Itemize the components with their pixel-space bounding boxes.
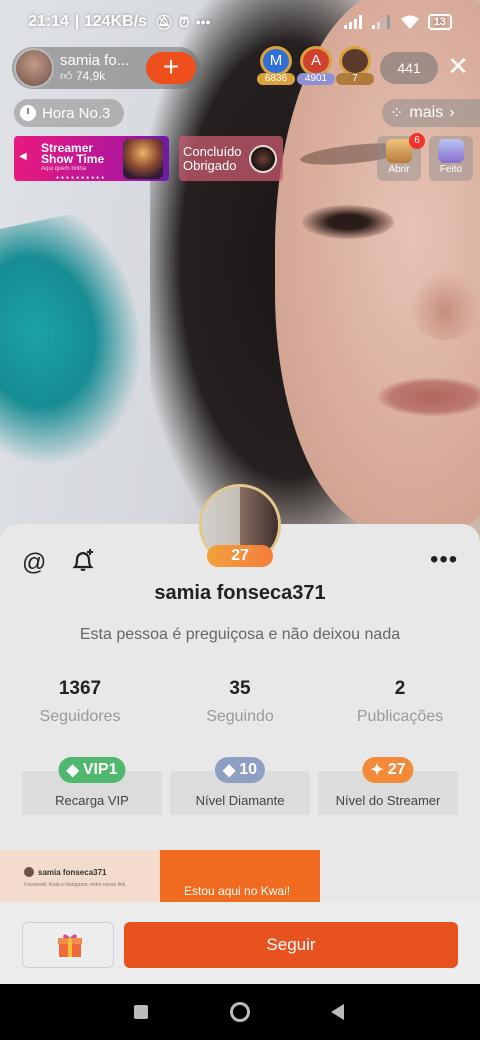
followers-label: Seguidores (39, 708, 121, 725)
battery-icon: 13 (427, 14, 452, 30)
clock-icon (20, 105, 36, 121)
network-speed: 124KB/s (83, 13, 148, 30)
streamer-name: samia fo... (60, 52, 130, 69)
carousel-dots: ●●●●●●●●●● (56, 175, 107, 181)
treasure-box-icon (386, 139, 412, 163)
close-icon[interactable]: ✕ (446, 52, 470, 82)
more-pill[interactable]: ⁘ mais › (382, 99, 480, 127)
task-done-banner[interactable]: Concluído Obrigado (179, 136, 283, 181)
open-box-button[interactable]: Abrir 6 (377, 133, 425, 181)
promo-cards: samia fonseca371 Facebook: Kwai e Instag… (0, 850, 320, 902)
fan-avatar-3 (339, 46, 371, 76)
grid-icon: ⁘ (390, 105, 404, 122)
fan-avatar-1: M (260, 46, 292, 76)
streamer-eye (302, 205, 394, 239)
streamer-level-text: 27 (387, 761, 406, 778)
carousel-prev-icon[interactable]: ◀ (19, 151, 27, 162)
streamer-showtime-banner[interactable]: ◀ Streamer Show Time Aqui quem brilha ●●… (14, 136, 169, 181)
promo-sub: Facebook: Kwai e Instagram: entre nesse … (24, 882, 126, 888)
streamer-lips (378, 378, 480, 416)
promo-kwai-text: Estou aqui no Kwai! (184, 884, 291, 898)
profile-bio: Esta pessoa é preguiçosa e não deixou na… (79, 626, 401, 643)
mute-bell-icon: 🔕︎ (155, 13, 173, 30)
open-box-label: Abrir (388, 164, 410, 175)
promo-avatar (24, 867, 34, 877)
viewer-count[interactable]: 441 (380, 52, 438, 84)
mention-icon[interactable]: @ (22, 549, 46, 577)
notify-bell-icon[interactable] (70, 548, 96, 574)
wall-paint-splash (0, 204, 164, 476)
system-nav-bar (0, 984, 480, 1040)
done-rabbit-button[interactable]: Feito (429, 136, 473, 181)
vip-caption: Recarga VIP (55, 793, 129, 808)
level-chip-value: 27 (231, 547, 249, 564)
banner-line-2: Show Time (41, 152, 105, 166)
top-fan-badge-1[interactable]: M 6836 (257, 46, 295, 86)
stat-following[interactable]: 35 Seguindo (170, 678, 310, 726)
chevron-right-icon: › (449, 104, 455, 121)
following-label: Seguindo (206, 708, 274, 725)
vip-diamond-icon: ◆ (66, 762, 79, 779)
signal-2-icon (371, 15, 390, 29)
recents-icon[interactable] (134, 1005, 148, 1019)
promo-name: samia fonseca371 (38, 867, 107, 877)
stat-posts[interactable]: 2 Publicações (330, 678, 470, 726)
streamer-level-caption: Nível do Streamer (335, 793, 441, 808)
diamond-pill-text: 10 (239, 761, 258, 778)
diamond-caption: Nível Diamante (195, 793, 285, 808)
more-dots-icon: ••• (195, 14, 211, 30)
profile-action-bar: Seguir (0, 902, 480, 984)
more-options-icon[interactable]: ••• (430, 546, 458, 574)
vip-level-card[interactable]: ◆ VIP1 Recarga VIP (22, 757, 162, 815)
following-count: 35 (229, 678, 251, 699)
fan-score-2: 4901 (297, 73, 335, 85)
done-label: Feito (439, 164, 463, 175)
streamer-level-pill: ✦ 27 (362, 757, 414, 783)
top-fan-badge-2[interactable]: A 4901 (297, 46, 335, 86)
fan-avatar-2: A (300, 46, 332, 76)
notification-badge: 6 (409, 133, 425, 149)
gift-button[interactable] (22, 922, 114, 968)
vip-pill-text: VIP1 (82, 761, 118, 778)
status-bar: 21:14 | 124KB/s 🔕︎ ⏰︎ ••• 13 (0, 0, 480, 44)
profile-username: samia fonseca371 (154, 582, 326, 604)
fan-score-1: 6836 (257, 73, 295, 85)
back-icon[interactable] (331, 1004, 344, 1020)
stat-followers[interactable]: 1367 Seguidores (10, 678, 150, 726)
banner-tagline: Aqui quem brilha (41, 166, 87, 172)
posts-label: Publicações (356, 708, 444, 725)
diamond-icon: ◆ (222, 762, 236, 779)
banner-figure-image (123, 139, 163, 179)
banner-avatar (249, 145, 277, 173)
promo-card-profile[interactable]: samia fonseca371 Facebook: Kwai e Instag… (0, 850, 160, 902)
streamer-level-card[interactable]: ✦ 27 Nível do Streamer (318, 757, 458, 815)
diamond-level-card[interactable]: ◆ 10 Nível Diamante (170, 757, 310, 815)
status-time: 21:14 (28, 13, 69, 30)
hour-rank-pill[interactable]: Hora No.3 (14, 99, 124, 127)
signal-icon (343, 15, 362, 29)
hour-rank-label: Hora No.3 (42, 104, 111, 122)
gift-icon (58, 934, 82, 957)
fan-score-3: 7 (336, 73, 374, 85)
posts-count: 2 (394, 678, 406, 699)
follow-plus-button[interactable]: + (146, 52, 196, 84)
streamer-star-icon: ✦ (370, 762, 384, 779)
diamond-pill: ◆ 10 (214, 757, 266, 783)
streamer-nose (410, 270, 480, 340)
alarm-icon: ⏰︎ (178, 13, 190, 30)
top-fan-badge-3[interactable]: 7 (336, 46, 374, 86)
streamer-info-pill[interactable]: samia fo... 👍︎ 74,9k + (12, 47, 200, 89)
like-icon: 👍︎ (60, 69, 73, 83)
streamer-avatar[interactable] (14, 48, 54, 88)
followers-count: 1367 (58, 678, 102, 699)
likes-count: 74,9k (75, 69, 106, 83)
home-icon[interactable] (230, 1002, 250, 1022)
wifi-icon (400, 15, 419, 29)
rabbit-icon (438, 139, 464, 163)
more-label: mais (409, 104, 444, 121)
vip-pill: ◆ VIP1 (58, 757, 126, 783)
streamer-level-chip: 27 (207, 545, 273, 567)
follow-button[interactable]: Seguir (124, 922, 458, 968)
promo-card-kwai[interactable]: Estou aqui no Kwai! (160, 850, 320, 902)
